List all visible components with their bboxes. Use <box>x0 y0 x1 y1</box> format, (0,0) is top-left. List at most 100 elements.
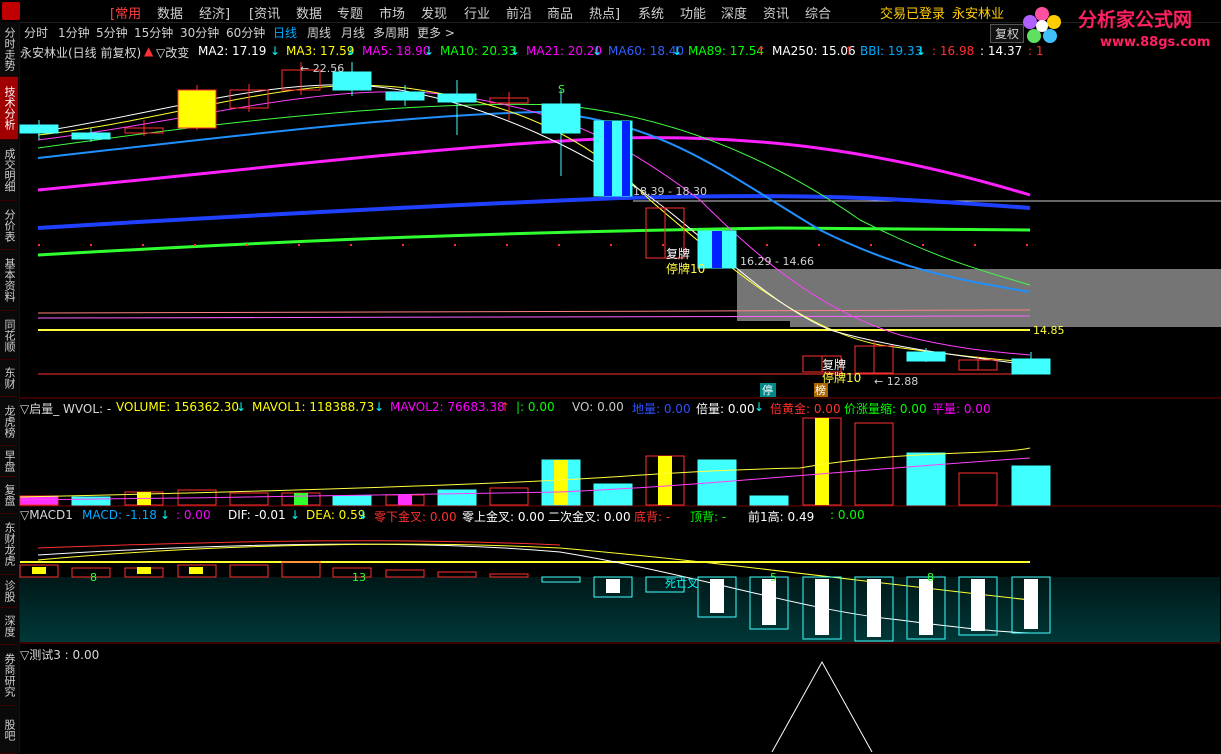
marker-dot <box>974 244 976 246</box>
vol-ind-item-6: 倍量: 0.00 <box>696 402 755 416</box>
ma2-line <box>37 84 1031 366</box>
ltab-jiben[interactable]: 基本资料 <box>0 250 18 311</box>
menu-shuju[interactable]: 数据 <box>157 3 183 22</box>
gray-price-zone-tail <box>790 321 1221 327</box>
death-cross-label: 死亡叉 <box>665 576 698 590</box>
menu-shangpin[interactable]: 商品 <box>547 3 573 22</box>
ltab-dongcai[interactable]: 东财 <box>0 360 18 397</box>
ma60-line <box>37 194 1031 230</box>
ltab-fenshi[interactable]: 分时走势 <box>0 22 18 77</box>
tf-1min[interactable]: 1分钟 <box>58 24 90 41</box>
tf-5min[interactable]: 5分钟 <box>96 24 128 41</box>
macd-bar <box>281 561 321 578</box>
trend-arrow-icon: ↓ <box>346 44 357 58</box>
tf-weekly[interactable]: 周线 <box>307 24 331 41</box>
main-ind-item-10: : 14.37 <box>980 44 1023 58</box>
macd-panel-title[interactable]: ▽MACD1 <box>20 508 73 522</box>
ltab-fenjia[interactable]: 分价表 <box>0 201 18 250</box>
tf-daily[interactable]: 日线 <box>273 24 297 41</box>
menu-jingji[interactable]: 经济] <box>199 3 230 22</box>
trend-arrow-icon: ↓ <box>510 44 521 58</box>
ltab-fupan[interactable]: 复盘 <box>0 477 18 514</box>
macd-red-line <box>37 540 561 549</box>
macd-bar <box>1011 576 1051 634</box>
volume-panel-title[interactable]: ▽启量_ WVOL: - <box>20 400 111 417</box>
volume-bar <box>697 459 737 506</box>
menu-zixun[interactable]: [资讯 <box>249 3 280 22</box>
volume-bar <box>332 495 372 506</box>
trend-arrow-icon: ↑ <box>844 44 855 58</box>
ltab-guba[interactable]: 股吧 <box>0 706 18 754</box>
volume-bar <box>802 417 842 506</box>
tf-monthly[interactable]: 月线 <box>341 24 365 41</box>
menu-zhuanti[interactable]: 专题 <box>337 3 363 22</box>
ltab-dongcai-longhu[interactable]: 东财龙虎 <box>0 514 18 575</box>
macd-white-bar <box>762 579 776 625</box>
menu-shuju-2[interactable]: 数据 <box>296 3 322 22</box>
app-logo-icon[interactable] <box>2 2 20 20</box>
candle-body <box>802 355 842 373</box>
macd-bar <box>19 564 59 578</box>
login-status[interactable]: 交易已登录 <box>880 3 945 22</box>
menu-changyong[interactable]: [常用 <box>110 3 141 22</box>
menu-shichang[interactable]: 市场 <box>379 3 405 22</box>
menu-zonghe[interactable]: 综合 <box>805 3 831 22</box>
ltab-tonghuashun[interactable]: 同花顺 <box>0 311 18 360</box>
change-button[interactable]: ▽改变 <box>156 44 189 61</box>
menu-qianyan[interactable]: 前沿 <box>506 3 532 22</box>
macd-bar <box>385 569 425 578</box>
high-price-label: ← 22.56 <box>300 62 344 75</box>
menu-gongneng[interactable]: 功能 <box>680 3 706 22</box>
macd-ind-item-5: 零上金叉: 0.00 <box>462 510 545 524</box>
ltab-shendu[interactable]: 深度 <box>0 608 18 645</box>
vol-ind-item-1: MAVOL1: 118388.73 <box>252 400 375 414</box>
up-arrow-icon: ▲ <box>144 44 154 58</box>
tf-30min[interactable]: 30分钟 <box>180 24 219 41</box>
ltab-zaopan[interactable]: 早盘 <box>0 446 18 477</box>
trend-arrow-icon: ↓ <box>290 508 301 522</box>
volume-bar <box>229 492 269 506</box>
main-chart-title: 永安林业(日线 前复权) <box>20 46 142 60</box>
ltab-jishu[interactable]: 技术分析 <box>0 77 18 140</box>
stock-chart-canvas[interactable]: ← 22.56 18.39 - 18.30 16.29 - 14.66 复牌 停… <box>0 0 1221 753</box>
timeframe-bar: 分时 1分钟 5分钟 15分钟 30分钟 60分钟 日线 周线 月线 多周期 更… <box>20 22 1220 42</box>
menu-faxian[interactable]: 发现 <box>421 3 447 22</box>
candle-body <box>1011 358 1051 375</box>
menu-zixun-2[interactable]: 资讯 <box>763 3 789 22</box>
marker-dot <box>506 244 508 246</box>
ltab-chengjiao[interactable]: 成交明细 <box>0 140 18 201</box>
test-panel-title[interactable]: ▽测试3 : 0.00 <box>20 646 99 663</box>
ltab-longhu[interactable]: 龙虎榜 <box>0 397 18 446</box>
marker-dot <box>558 244 560 246</box>
tf-multi[interactable]: 多周期 <box>373 24 409 41</box>
menu-redian[interactable]: 热点] <box>589 3 620 22</box>
ltab-quanshang[interactable]: 券商研究 <box>0 645 18 706</box>
fuquan-button[interactable]: 复权 <box>990 24 1025 43</box>
candle-body <box>593 120 633 197</box>
macd-negative-zone <box>20 577 1220 642</box>
ltab-zhengu[interactable]: 诊股 <box>0 575 18 608</box>
test-triangle-line <box>771 660 873 753</box>
trend-arrow-icon: ↑ <box>756 44 767 58</box>
volume-bar <box>385 494 425 506</box>
candle-body <box>854 345 894 374</box>
tf-more[interactable]: 更多 > <box>417 24 455 41</box>
dotted-marker-row <box>38 244 1028 246</box>
marker-dot <box>90 244 92 246</box>
tf-15min[interactable]: 15分钟 <box>134 24 173 41</box>
macd-ind-item-7: 底背: - <box>634 510 671 524</box>
tf-60min[interactable]: 60分钟 <box>226 24 265 41</box>
resume-label-1: 复牌 <box>666 247 690 261</box>
marker-dot <box>714 244 716 246</box>
gray-price-zone <box>737 269 1221 321</box>
candle-body <box>19 124 59 134</box>
trend-arrow-icon: ↓ <box>270 44 281 58</box>
volume-bar <box>749 495 789 506</box>
macd-white-bar <box>606 579 620 593</box>
volume-bar <box>541 459 581 506</box>
menu-shendu[interactable]: 深度 <box>721 3 747 22</box>
menu-xitong[interactable]: 系统 <box>638 3 664 22</box>
menu-hangye[interactable]: 行业 <box>464 3 490 22</box>
tf-fenshi[interactable]: 分时 <box>24 24 48 41</box>
trend-arrow-icon: ↓ <box>374 400 385 414</box>
